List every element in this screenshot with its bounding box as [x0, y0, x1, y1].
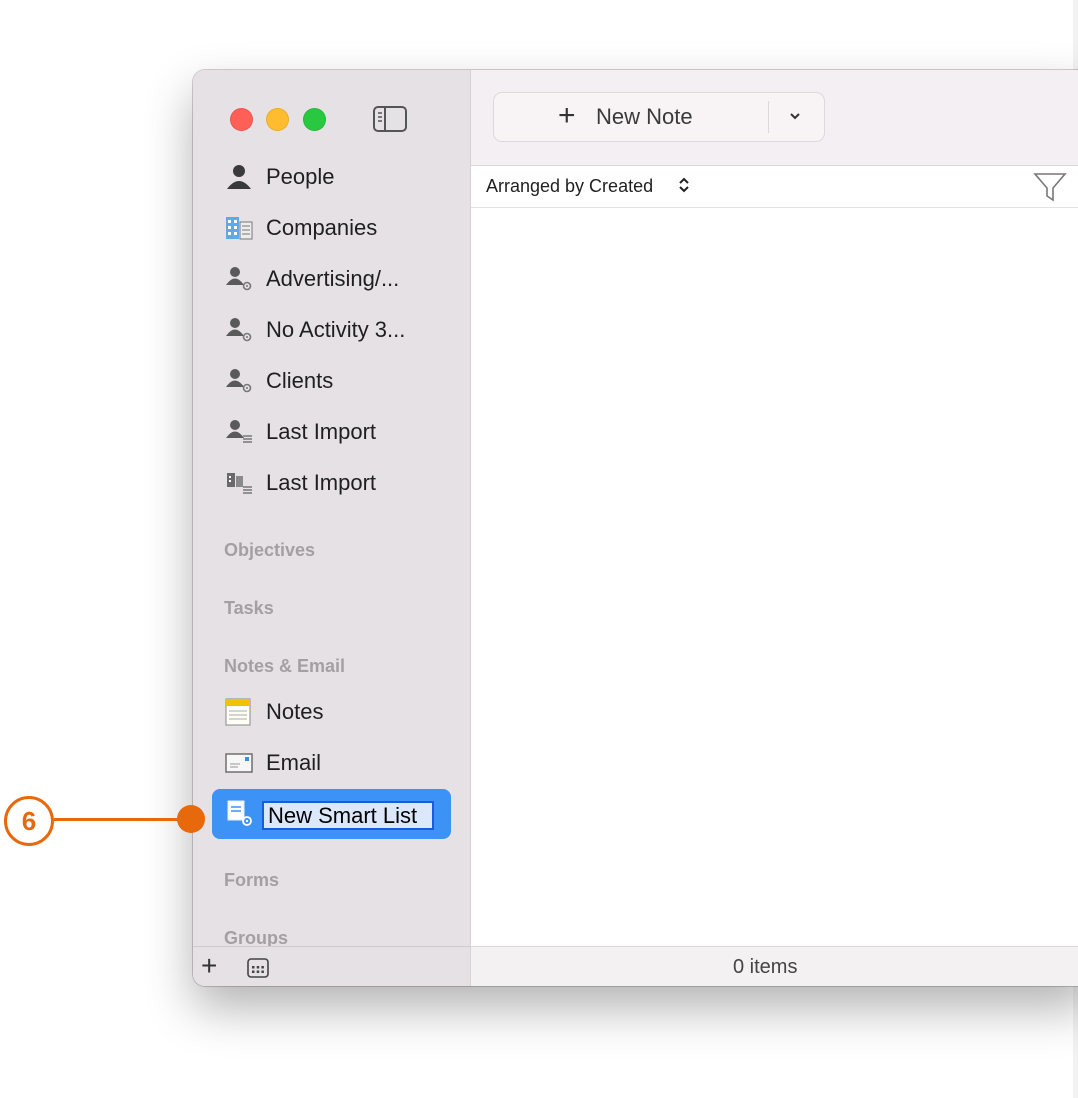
filter-icon[interactable]: [1033, 172, 1067, 202]
calendar-icon[interactable]: [247, 958, 269, 978]
people-list-icon: [225, 417, 255, 447]
minimize-window-button[interactable]: [266, 108, 289, 131]
sidebar-item-last-import-companies[interactable]: Last Import: [225, 463, 376, 503]
app-window: People Companies Advertising/... No Acti…: [193, 70, 1078, 986]
sidebar-item-notes[interactable]: Notes: [225, 692, 323, 732]
sidebar-item-last-import-people[interactable]: Last Import: [225, 412, 376, 452]
smart-list-icon: [225, 798, 255, 833]
status-bar: 0 items: [471, 946, 1078, 986]
sidebar-item-email[interactable]: Email: [225, 743, 321, 783]
section-header-notes-email[interactable]: Notes & Email: [224, 656, 345, 677]
button-divider: [768, 101, 769, 133]
sidebar: People Companies Advertising/... No Acti…: [193, 70, 471, 986]
new-note-label: New Note: [596, 104, 693, 129]
company-list-icon: [225, 468, 255, 498]
sidebar-item-label: Advertising/...: [266, 266, 400, 291]
close-window-button[interactable]: [230, 108, 253, 131]
sidebar-item-label: Last Import: [266, 419, 377, 444]
person-icon: [225, 162, 255, 192]
sidebar-item-label: Email: [266, 750, 322, 775]
zoom-window-button[interactable]: [303, 108, 326, 131]
sort-chevrons-icon[interactable]: [677, 174, 691, 196]
sidebar-item-clients[interactable]: Clients: [225, 361, 333, 401]
section-header-tasks[interactable]: Tasks: [224, 598, 274, 619]
sidebar-item-label: Companies: [266, 215, 378, 240]
rename-list-input[interactable]: New Smart List: [262, 801, 434, 830]
sidebar-item-advertising[interactable]: Advertising/...: [225, 259, 399, 299]
arrange-bar: Arranged by Created: [471, 166, 1078, 208]
callout-connector: [54, 818, 186, 821]
step-callout-badge: 6: [4, 796, 54, 846]
plus-icon: +: [558, 99, 576, 132]
smart-people-icon: [225, 264, 255, 294]
smart-people-icon: [225, 366, 255, 396]
sidebar-footer: +: [193, 946, 470, 986]
item-count: 0 items: [733, 956, 798, 978]
add-icon[interactable]: +: [201, 951, 217, 981]
sidebar-item-no-activity[interactable]: No Activity 3...: [225, 310, 405, 350]
smart-people-icon: [225, 315, 255, 345]
toolbar: + New Note: [471, 70, 1078, 166]
sidebar-toggle-icon[interactable]: [373, 106, 407, 132]
chevron-down-icon[interactable]: [788, 109, 802, 123]
callout-pointer-dot: [177, 805, 205, 833]
sidebar-item-label: No Activity 3...: [266, 317, 406, 342]
sidebar-item-label: Clients: [266, 368, 334, 393]
sidebar-item-people[interactable]: People: [225, 157, 335, 197]
section-header-objectives[interactable]: Objectives: [224, 540, 315, 561]
sidebar-item-label: Notes: [266, 699, 324, 724]
arrange-by-menu[interactable]: Arranged by Created: [486, 176, 653, 197]
new-note-button[interactable]: + New Note: [493, 92, 825, 142]
sidebar-item-label: Last Import: [266, 470, 377, 495]
company-icon: [225, 213, 255, 243]
section-header-forms[interactable]: Forms: [224, 870, 279, 891]
sidebar-item-label: People: [266, 164, 335, 189]
sidebar-item-companies[interactable]: Companies: [225, 208, 377, 248]
notes-icon: [225, 697, 255, 727]
email-icon: [225, 748, 255, 778]
